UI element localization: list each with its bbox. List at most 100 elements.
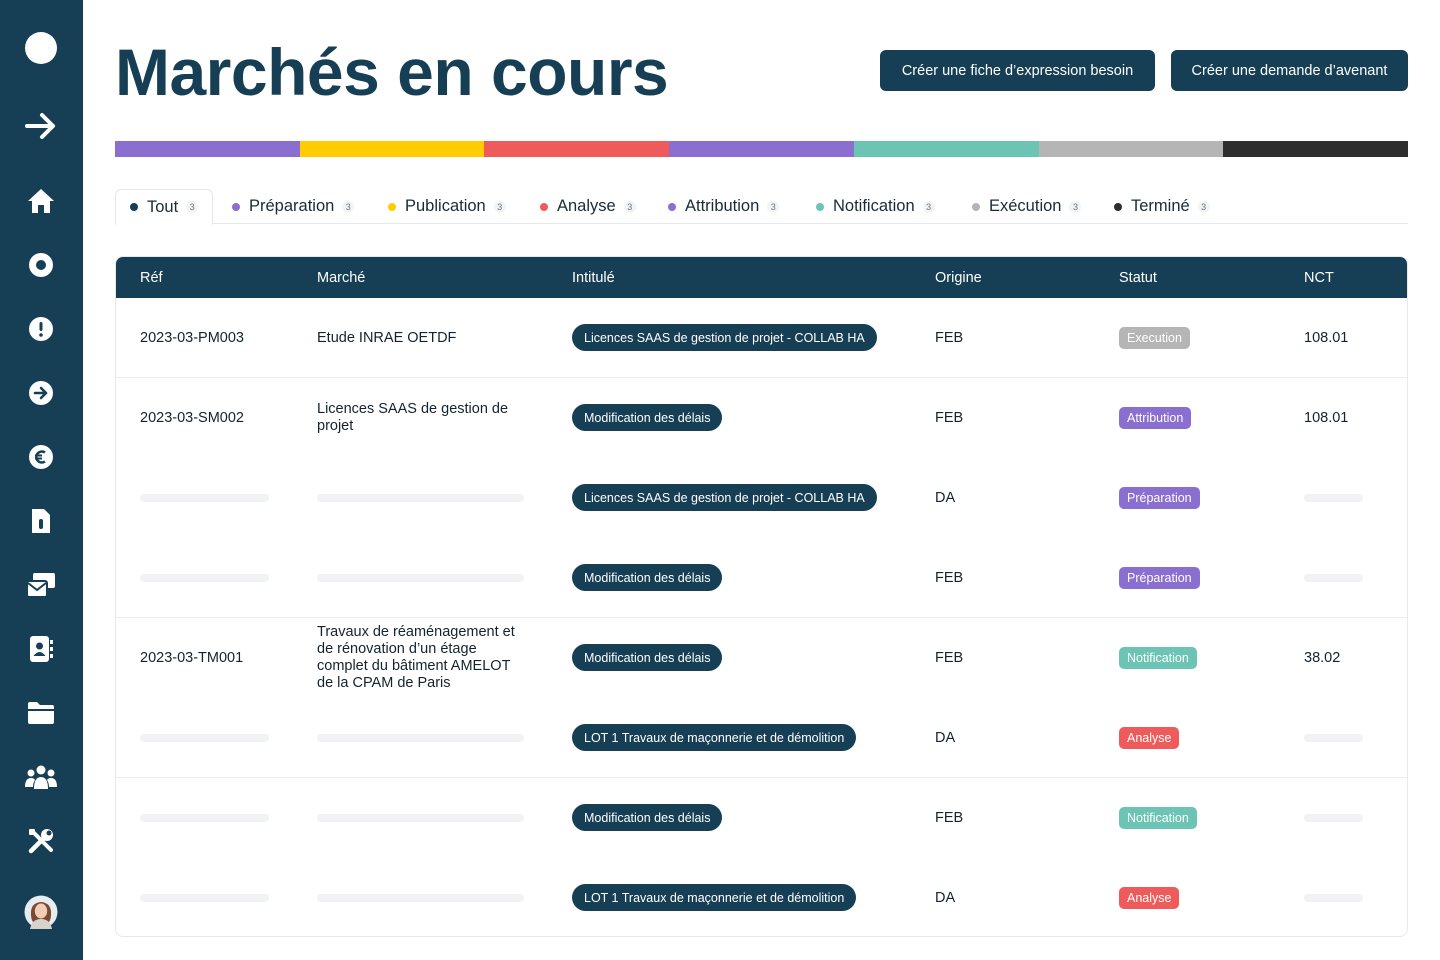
status-badge: Préparation — [1119, 487, 1200, 509]
tab-count: 3 — [186, 201, 199, 213]
tab-count: 3 — [922, 200, 935, 213]
column-header-statut[interactable]: Statut — [1119, 257, 1157, 298]
euro-icon[interactable] — [21, 437, 61, 477]
cell-nct: 108.01 — [1304, 330, 1349, 346]
contact-card-icon[interactable] — [21, 629, 61, 669]
column-header-ref[interactable]: Réf — [140, 257, 163, 298]
status-tabs: Tout 3 Préparation 3 Publication 3 Analy… — [115, 189, 1408, 225]
placeholder-nct — [1304, 734, 1363, 742]
tab-label: Attribution — [685, 197, 760, 215]
placeholder-ref — [140, 734, 269, 742]
circle-logo-icon[interactable] — [21, 28, 61, 68]
cell-origine: FEB — [935, 810, 964, 826]
tab-count: 3 — [342, 200, 355, 213]
strip-preparation — [115, 141, 300, 157]
cell-nct: 108.01 — [1304, 410, 1349, 426]
tab-dot — [816, 202, 824, 211]
tab-preparation[interactable]: Préparation 3 — [232, 189, 355, 224]
tab-dot — [388, 202, 396, 211]
tab-dot — [540, 202, 548, 211]
home-icon[interactable] — [21, 181, 61, 221]
intitule-pill[interactable]: Modification des délais — [572, 404, 723, 431]
column-header-nct[interactable]: NCT — [1304, 257, 1334, 298]
placeholder-marche — [317, 894, 524, 902]
tab-dot — [1114, 202, 1122, 211]
cell-ref: 2023-03-PM003 — [140, 330, 244, 346]
placeholder-nct — [1304, 574, 1363, 582]
tab-count: 3 — [1197, 200, 1210, 213]
column-header-intitule[interactable]: Intitulé — [572, 257, 615, 298]
tab-termine[interactable]: Terminé 3 — [1114, 189, 1210, 224]
group-separator — [116, 617, 1407, 618]
placeholder-marche — [317, 494, 524, 502]
tab-notification[interactable]: Notification 3 — [816, 189, 935, 224]
status-badge: Notification — [1119, 807, 1197, 829]
status-badge: Execution — [1119, 327, 1190, 349]
column-header-marche[interactable]: Marché — [317, 257, 365, 298]
strip-notification — [853, 141, 1039, 157]
placeholder-marche — [317, 574, 524, 582]
tab-label: Publication — [405, 197, 486, 215]
cell-marche: Etude INRAE OETDF — [317, 330, 457, 346]
folder-icon[interactable] — [21, 693, 61, 733]
cell-origine: DA — [935, 490, 956, 506]
cell-marche: Licences SAAS de gestion de projet — [317, 401, 509, 434]
cell-origine: FEB — [935, 650, 964, 666]
user-avatar[interactable] — [21, 892, 61, 932]
marches-table: Réf Marché Intitulé Origine Statut NCT 2… — [115, 256, 1408, 937]
status-color-strip — [115, 141, 1409, 157]
intitule-pill[interactable]: LOT 1 Travaux de maçonnerie et de démoli… — [572, 884, 857, 911]
tab-execution[interactable]: Exécution 3 — [972, 189, 1082, 224]
placeholder-nct — [1304, 814, 1363, 822]
status-badge: Analyse — [1119, 727, 1180, 749]
document-icon[interactable] — [21, 501, 61, 541]
arrow-circle-icon[interactable] — [21, 373, 61, 413]
status-badge: Attribution — [1119, 407, 1192, 429]
strip-execution — [1038, 141, 1224, 157]
placeholder-marche — [317, 734, 524, 742]
group-separator — [116, 777, 1407, 778]
tab-attribution[interactable]: Attribution 3 — [668, 189, 780, 224]
page-title: Marchés en cours — [115, 35, 669, 109]
tab-analyse[interactable]: Analyse 3 — [540, 189, 636, 224]
placeholder-ref — [140, 574, 269, 582]
tab-dot — [232, 202, 240, 211]
cell-origine: DA — [935, 730, 956, 746]
inbox-icon[interactable] — [21, 565, 61, 605]
tab-label: Exécution — [989, 197, 1062, 215]
placeholder-ref — [140, 494, 269, 502]
sidebar — [0, 0, 83, 960]
intitule-pill[interactable]: Licences SAAS de gestion de projet - COL… — [572, 324, 877, 351]
tab-publication[interactable]: Publication 3 — [388, 189, 506, 224]
cell-origine: FEB — [935, 570, 964, 586]
placeholder-nct — [1304, 494, 1363, 502]
cell-ref: 2023-03-SM002 — [140, 410, 244, 426]
status-badge: Préparation — [1119, 567, 1200, 589]
status-badge: Notification — [1119, 647, 1197, 669]
cell-origine: DA — [935, 890, 956, 906]
arrow-right-icon[interactable] — [21, 106, 61, 146]
tab-label: Analyse — [557, 197, 616, 215]
intitule-pill[interactable]: Licences SAAS de gestion de projet - COL… — [572, 484, 877, 511]
strip-termine — [1223, 141, 1409, 157]
intitule-pill[interactable]: Modification des délais — [572, 644, 723, 671]
create-avenant-button[interactable]: Créer une demande d’avenant — [1171, 50, 1408, 91]
cell-origine: FEB — [935, 330, 964, 346]
record-icon[interactable] — [21, 245, 61, 285]
alert-icon[interactable] — [21, 309, 61, 349]
group-separator — [116, 377, 1407, 378]
intitule-pill[interactable]: Modification des délais — [572, 564, 723, 591]
tab-tout[interactable]: Tout 3 — [115, 189, 214, 225]
tools-icon[interactable] — [21, 821, 61, 861]
tab-dot — [668, 202, 676, 211]
tab-count: 3 — [623, 200, 636, 213]
column-header-origine[interactable]: Origine — [935, 257, 982, 298]
tab-count: 3 — [493, 200, 506, 213]
intitule-pill[interactable]: Modification des délais — [572, 804, 723, 831]
team-icon[interactable] — [21, 757, 61, 797]
cell-origine: FEB — [935, 410, 964, 426]
intitule-pill[interactable]: LOT 1 Travaux de maçonnerie et de démoli… — [572, 724, 857, 751]
create-expression-besoin-button[interactable]: Créer une fiche d’expression besoin — [880, 50, 1155, 91]
cell-nct: 38.02 — [1304, 650, 1341, 666]
tab-label: Préparation — [249, 197, 335, 215]
